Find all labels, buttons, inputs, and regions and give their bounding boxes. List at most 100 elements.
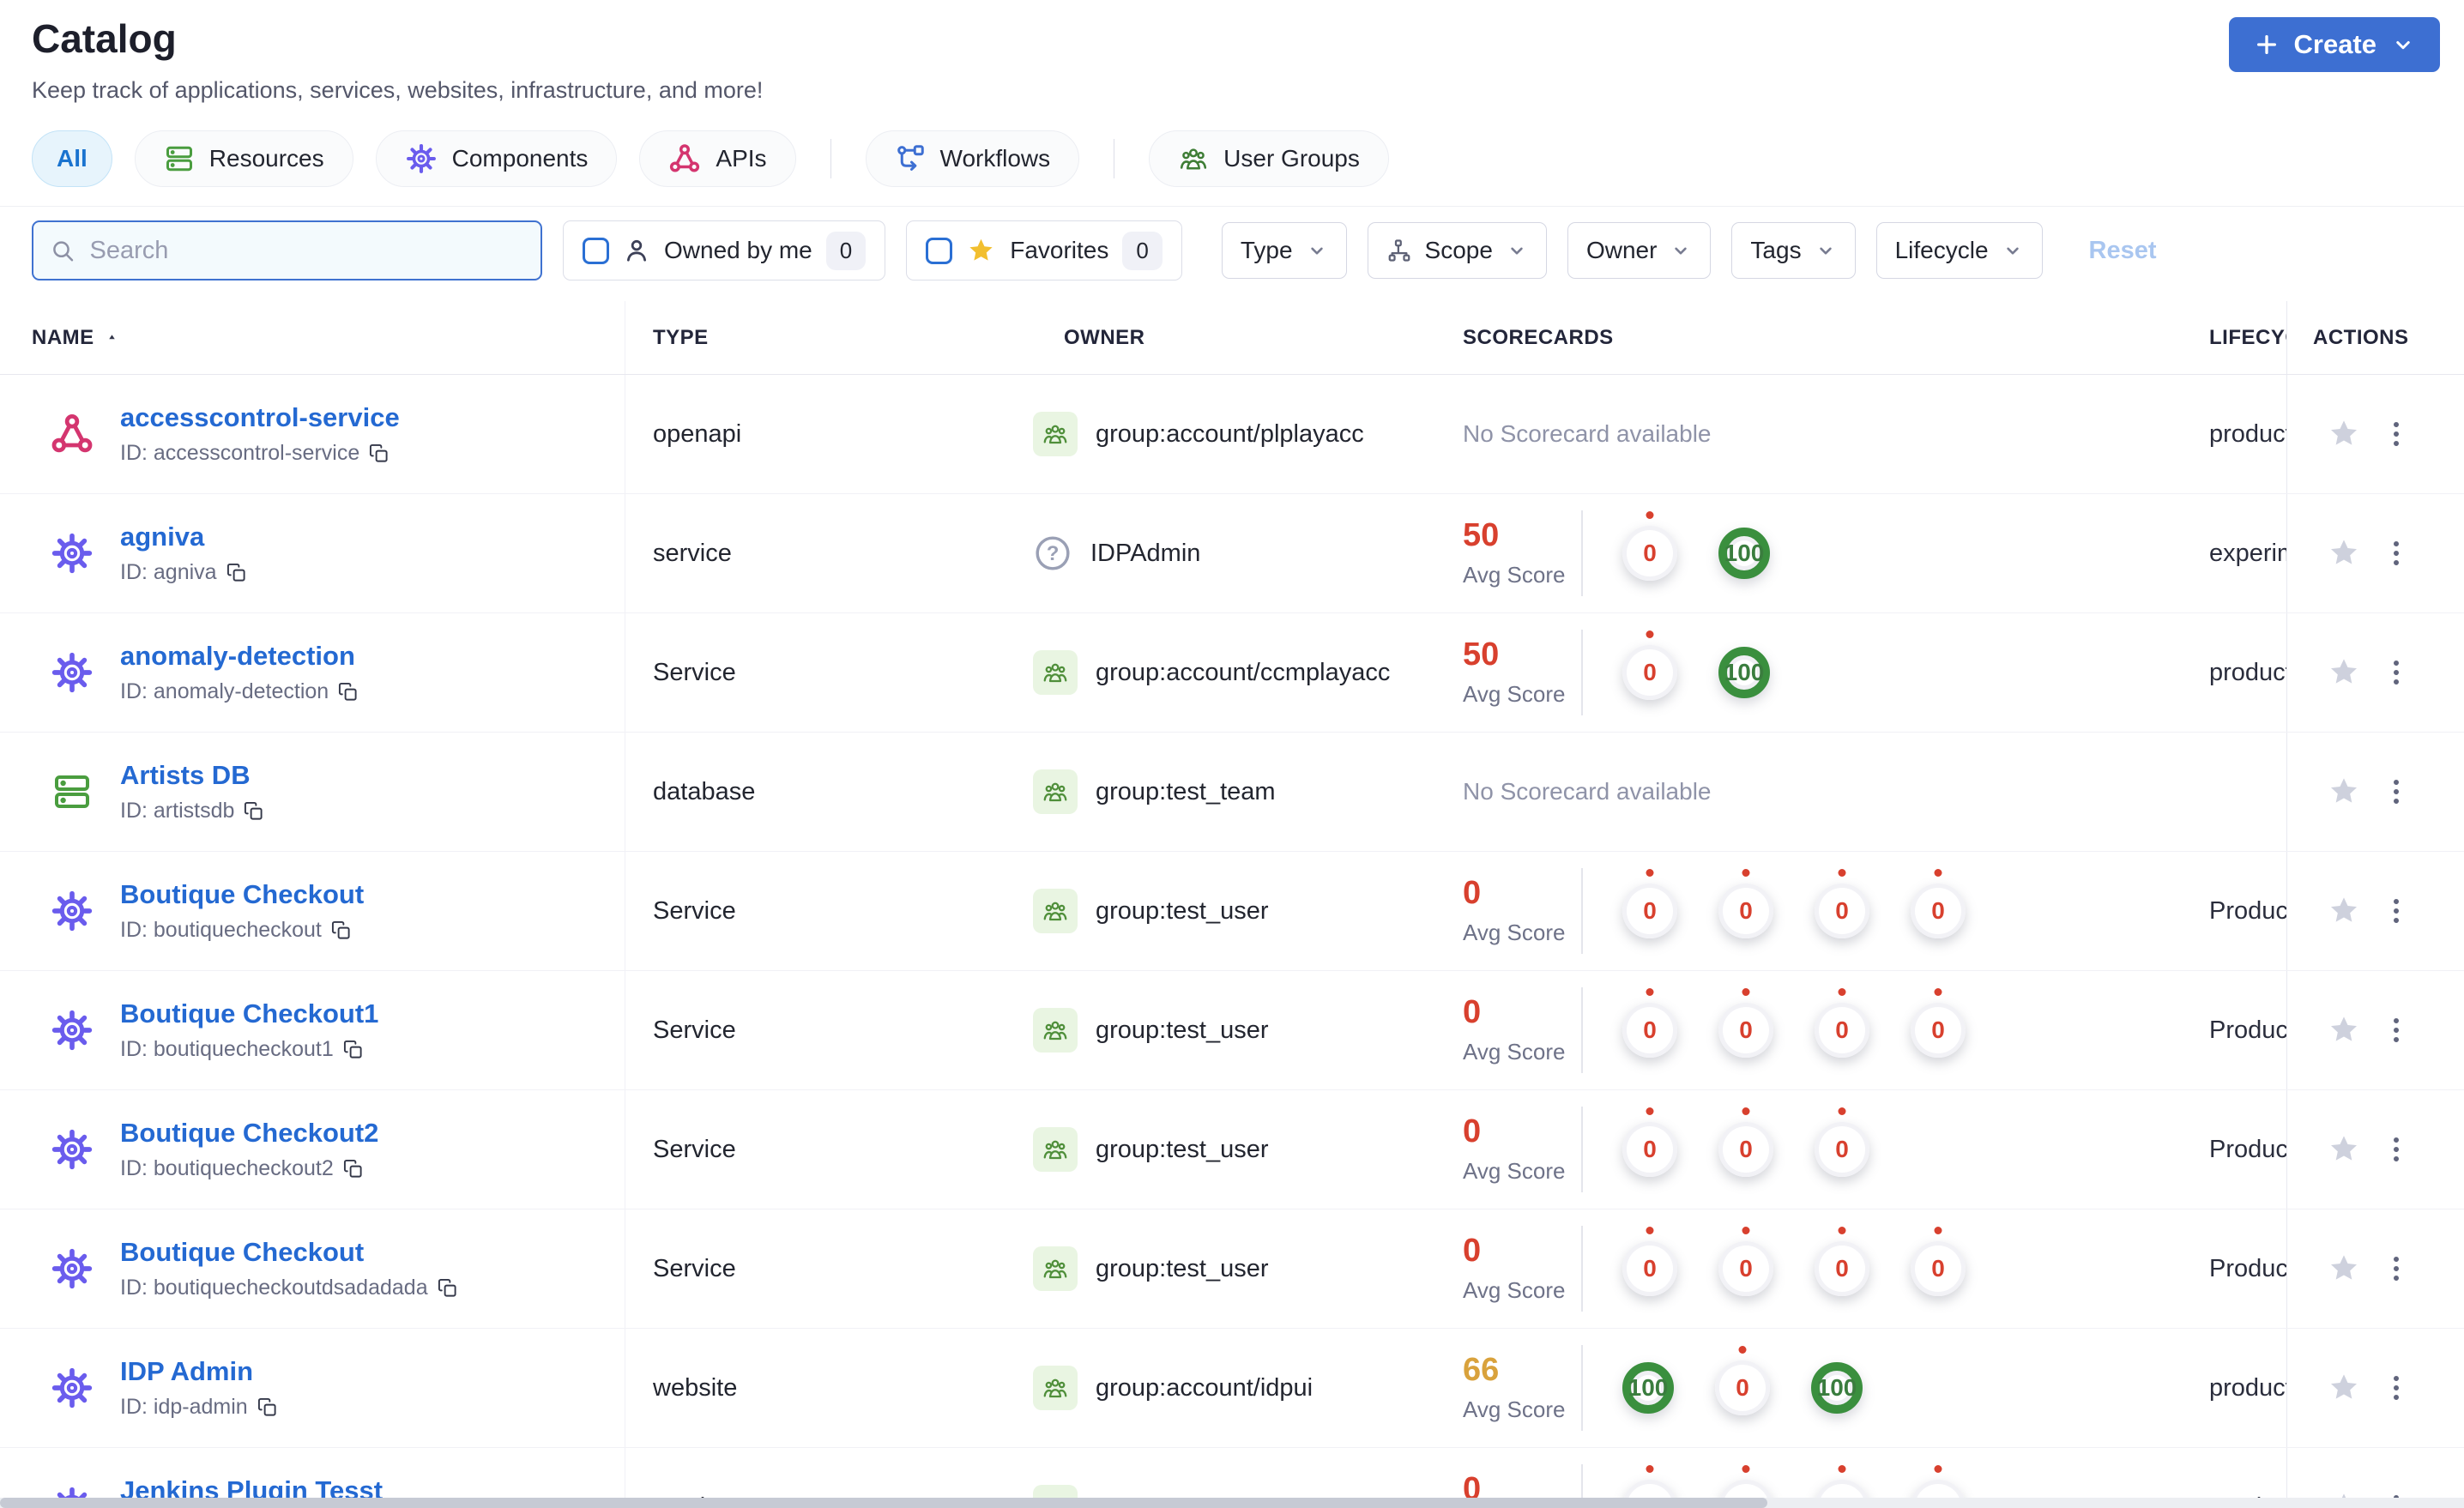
scorecard-ring[interactable]: 0 [1911, 884, 1966, 938]
catalog-page: Catalog Keep track of applications, serv… [0, 0, 2464, 1508]
search-input[interactable] [88, 235, 523, 266]
tab-components[interactable]: Components [375, 130, 618, 187]
favorites-filter[interactable]: Favorites 0 [906, 220, 1182, 280]
owner-dropdown[interactable]: Owner [1567, 222, 1712, 279]
avg-score-label: Avg Score [1463, 919, 1566, 945]
tab-user-groups[interactable]: User Groups [1149, 130, 1389, 187]
scorecard-ring[interactable]: 0 [1815, 1122, 1869, 1177]
scope-dropdown-label: Scope [1424, 237, 1493, 263]
scorecard-ring[interactable]: 0 [1622, 1003, 1677, 1058]
owned-by-me-checkbox[interactable] [583, 237, 609, 264]
scorecard-ring[interactable]: 0 [1718, 1003, 1773, 1058]
scorecard-ring[interactable]: 0 [1622, 526, 1677, 581]
tab-apis[interactable]: APIs [639, 130, 796, 187]
copy-icon[interactable] [369, 443, 389, 463]
scorecard-ring[interactable]: 100 [1622, 1362, 1674, 1414]
scorecard-ring[interactable]: 0 [1622, 1122, 1677, 1177]
no-scorecard-text: No Scorecard available [1463, 778, 1712, 805]
entity-id: ID: boutiquecheckout2 [120, 1156, 334, 1180]
type-dropdown[interactable]: Type [1221, 222, 1347, 279]
favorite-star-icon[interactable] [2327, 1252, 2361, 1286]
favorite-star-icon[interactable] [2327, 417, 2361, 451]
entity-id: ID: boutiquecheckout1 [120, 1037, 334, 1061]
scorecard-ring[interactable]: 0 [1815, 1003, 1869, 1058]
copy-icon[interactable] [331, 920, 351, 940]
entity-name-link[interactable]: anomaly-detection [120, 641, 355, 671]
column-header-name[interactable]: NAME [0, 301, 625, 374]
copy-icon[interactable] [257, 1397, 277, 1417]
scorecard-ring[interactable]: 0 [1815, 884, 1869, 938]
kebab-menu-icon[interactable] [2387, 415, 2406, 453]
entity-name-link[interactable]: IDP Admin [120, 1356, 253, 1386]
type-cell: service [653, 539, 732, 567]
kebab-menu-icon[interactable] [2387, 773, 2406, 811]
service-entity-icon [48, 1246, 96, 1291]
favorite-star-icon[interactable] [2327, 1371, 2361, 1405]
create-button[interactable]: Create [2228, 17, 2440, 72]
kebab-menu-icon[interactable] [2387, 1011, 2406, 1049]
scorecard-ring[interactable]: 0 [1911, 1003, 1966, 1058]
favorite-star-icon[interactable] [2327, 1132, 2361, 1167]
favorite-star-icon[interactable] [2327, 655, 2361, 690]
owner-name: group:test_user [1096, 1016, 1269, 1044]
tags-dropdown[interactable]: Tags [1731, 222, 1856, 279]
entity-id: ID: boutiquecheckoutdsadadada [120, 1276, 428, 1300]
table-row: Boutique Checkout2 ID: boutiquecheckout2… [0, 1090, 2464, 1209]
scope-dropdown[interactable]: Scope [1367, 222, 1547, 279]
avg-score-label: Avg Score [1463, 1157, 1566, 1184]
person-icon [623, 237, 650, 264]
scorecard-ring[interactable]: 0 [1815, 1241, 1869, 1296]
entity-name-link[interactable]: agniva [120, 522, 204, 552]
entity-name-link[interactable]: Boutique Checkout1 [120, 998, 378, 1028]
favorite-star-icon[interactable] [2327, 1013, 2361, 1047]
scorecard-ring[interactable]: 0 [1622, 645, 1677, 700]
group-icon [1033, 1246, 1078, 1291]
copy-icon[interactable] [338, 682, 358, 702]
kebab-menu-icon[interactable] [2387, 1131, 2406, 1168]
entity-name-link[interactable]: Boutique Checkout2 [120, 1118, 378, 1148]
copy-icon[interactable] [343, 1159, 363, 1179]
scorecard-ring[interactable]: 100 [1718, 528, 1770, 579]
scorecard-ring[interactable]: 100 [1718, 647, 1770, 698]
tab-workflows[interactable]: Workflows [865, 130, 1080, 187]
scorecard-ring[interactable]: 0 [1911, 1241, 1966, 1296]
kebab-menu-icon[interactable] [2387, 892, 2406, 930]
copy-icon[interactable] [343, 1040, 363, 1059]
favorites-checkbox[interactable] [926, 237, 953, 264]
tab-resources[interactable]: Resources [134, 130, 353, 187]
kebab-menu-icon[interactable] [2387, 654, 2406, 691]
avg-score-value: 66 [1463, 1351, 1500, 1388]
table-row: Artists DB ID: artistsdb database group:… [0, 733, 2464, 852]
entity-name-link[interactable]: Artists DB [120, 760, 251, 790]
owned-by-me-filter[interactable]: Owned by me 0 [563, 220, 886, 280]
favorite-star-icon[interactable] [2327, 775, 2361, 809]
horizontal-scrollbar-thumb[interactable] [0, 1498, 1767, 1508]
scorecard-ring[interactable]: 100 [1811, 1362, 1863, 1414]
entity-name-link[interactable]: Boutique Checkout [120, 879, 364, 909]
favorite-star-icon[interactable] [2327, 894, 2361, 928]
tab-all[interactable]: All [32, 130, 112, 187]
kebab-menu-icon[interactable] [2387, 1250, 2406, 1288]
entity-id: ID: artistsdb [120, 799, 235, 823]
lifecycle-dropdown[interactable]: Lifecycle [1875, 222, 2043, 279]
favorite-star-icon[interactable] [2327, 536, 2361, 570]
entity-name-link[interactable]: Boutique Checkout [120, 1237, 364, 1267]
scorecard-ring[interactable]: 0 [1622, 1241, 1677, 1296]
kebab-menu-icon[interactable] [2387, 1369, 2406, 1407]
entity-name-link[interactable]: accesscontrol-service [120, 402, 400, 432]
reset-filters-button[interactable]: Reset [2089, 237, 2157, 265]
scorecards-cell: 0 Avg Score 0 0 0 0 [1463, 971, 2201, 1089]
scorecard-ring[interactable]: 0 [1718, 884, 1773, 938]
copy-icon[interactable] [438, 1278, 457, 1298]
owner-name: group:test_user [1096, 1254, 1269, 1282]
kebab-menu-icon[interactable] [2387, 534, 2406, 572]
copy-icon[interactable] [244, 801, 263, 821]
scorecard-ring[interactable]: 0 [1622, 884, 1677, 938]
copy-icon[interactable] [226, 563, 246, 582]
scorecard-ring[interactable]: 0 [1718, 1122, 1773, 1177]
type-cell: Service [653, 658, 736, 686]
scorecard-ring[interactable]: 0 [1718, 1241, 1773, 1296]
lifecycle-cell: production [2209, 658, 2286, 686]
scorecard-ring[interactable]: 0 [1715, 1360, 1770, 1415]
chevron-down-icon [1506, 239, 1528, 262]
